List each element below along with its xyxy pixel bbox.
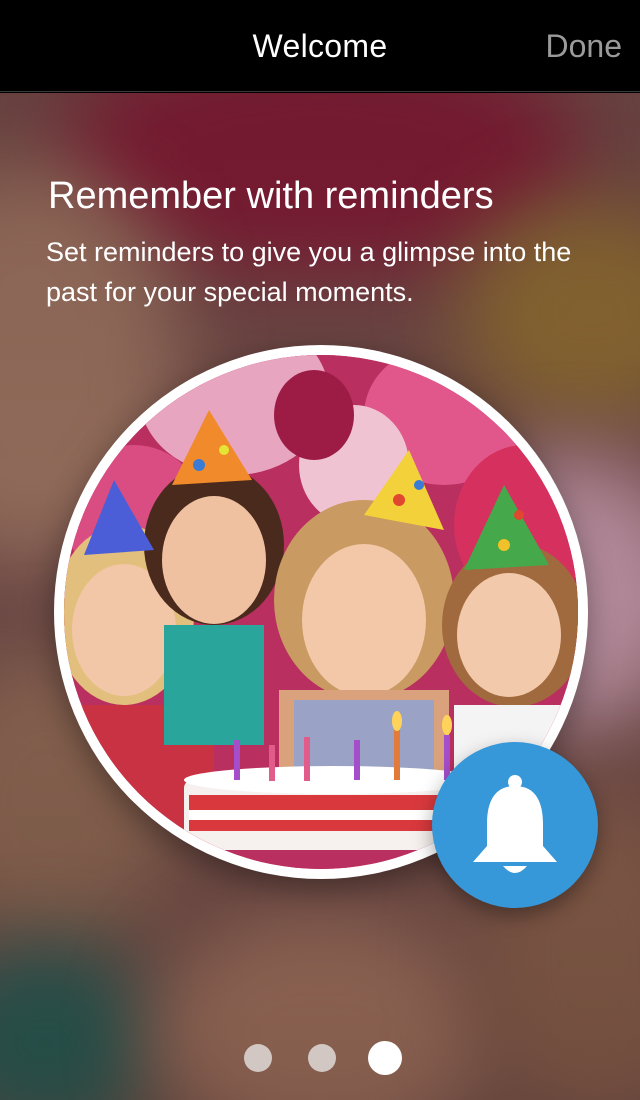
page-indicator (0, 1040, 640, 1076)
page-title: Remember with reminders (48, 175, 494, 217)
done-button[interactable]: Done (546, 28, 623, 65)
bell-icon (473, 775, 557, 873)
page-description: Set reminders to give you a glimpse into… (46, 237, 572, 307)
nav-title: Welcome (252, 28, 388, 64)
page-dot-2[interactable] (308, 1044, 336, 1072)
page-dot-3-active[interactable] (368, 1041, 402, 1075)
navigation-bar: Welcome Done (0, 0, 640, 92)
reminder-bell-button[interactable] (432, 742, 598, 908)
welcome-screen: Welcome Done Remember with reminders Set… (0, 0, 640, 1100)
page-dot-1[interactable] (244, 1044, 272, 1072)
